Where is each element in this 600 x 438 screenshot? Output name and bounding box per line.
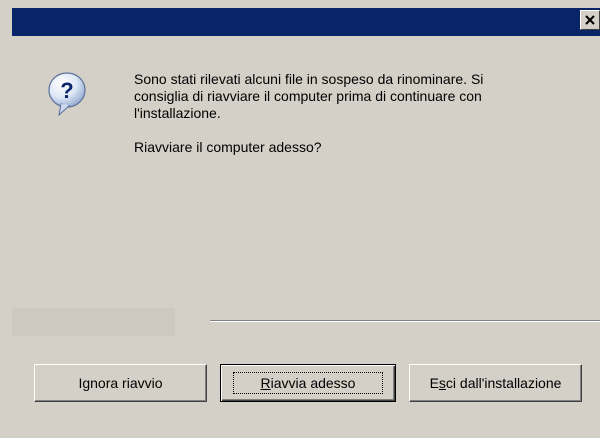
ignore-restart-button[interactable]: Ignora riavvio	[34, 364, 207, 402]
close-icon	[585, 15, 595, 25]
window-left-edge	[0, 0, 12, 438]
faded-label-area	[12, 308, 175, 336]
exit-prefix: E	[429, 375, 439, 391]
question-text: Riavviare il computer adesso?	[134, 139, 322, 155]
exit-label: ci dall'installazione	[445, 375, 562, 391]
exit-installation-button[interactable]: Es ci dall'installazione	[409, 364, 582, 402]
message-line: consiglia di riavviare il computer prima…	[134, 88, 482, 104]
message-line: Sono stati rilevati alcuni file in sospe…	[134, 71, 484, 87]
exit-mnemonic: s	[438, 375, 446, 391]
title-bar[interactable]	[12, 8, 600, 36]
restart-label: iavvia adesso	[270, 375, 356, 391]
restart-now-button[interactable]: Riavvia adesso	[220, 364, 396, 402]
window-top-edge	[0, 0, 600, 8]
question-glyph: ?	[60, 78, 73, 103]
question-icon: ?	[48, 72, 86, 117]
message-text: Sono stati rilevati alcuni file in sospe…	[134, 71, 574, 156]
close-button[interactable]	[580, 10, 600, 30]
focus-rectangle: Riavvia adesso	[233, 372, 383, 394]
restart-mnemonic: R	[260, 375, 271, 391]
separator-line	[210, 320, 600, 322]
restart-dialog: ? Sono stati rilevati alcuni file in sos…	[0, 0, 600, 438]
message-line: l'installazione.	[134, 105, 221, 121]
ignore-restart-label: Ignora riavvio	[78, 375, 163, 391]
